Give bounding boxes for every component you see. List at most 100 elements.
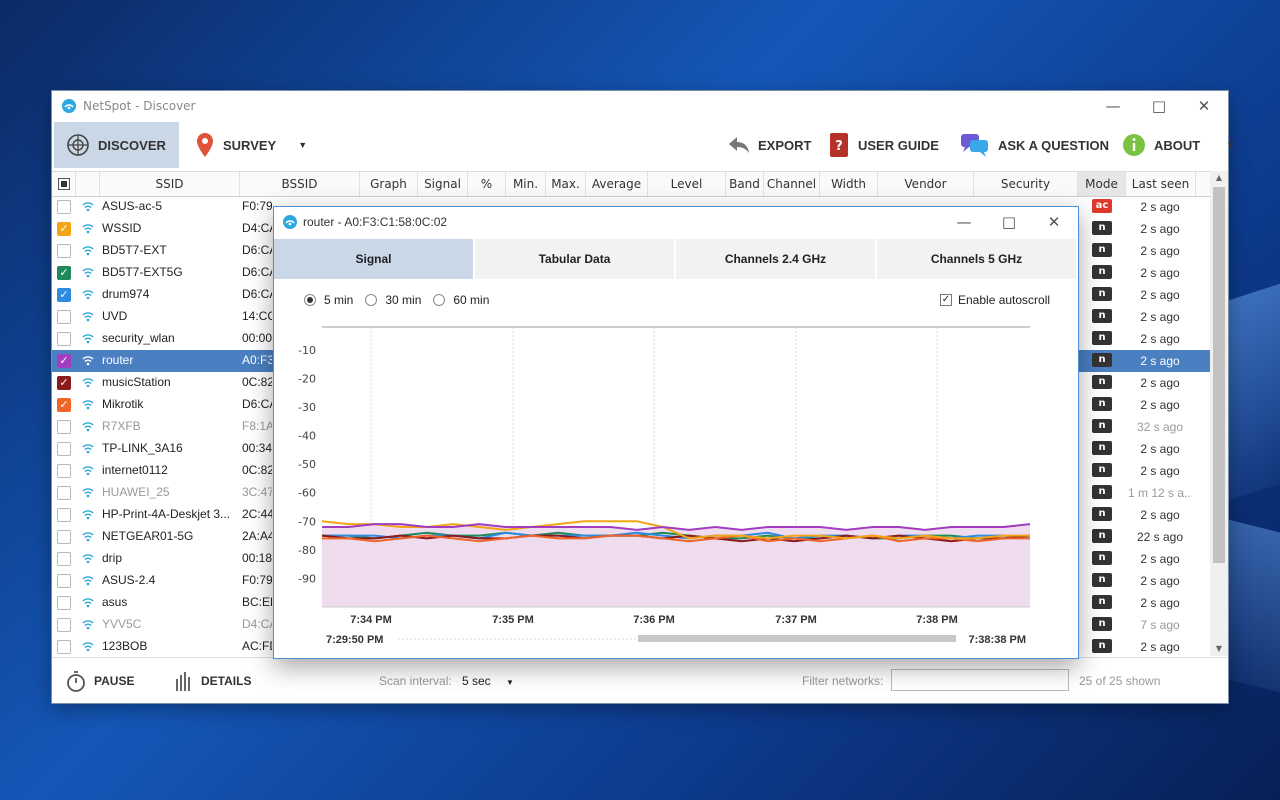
last-seen-cell: 2 s ago	[1140, 354, 1180, 368]
column-header-bssid[interactable]: BSSID	[240, 172, 360, 196]
row-checkbox[interactable]	[57, 574, 71, 588]
wifi-signal-icon	[82, 202, 94, 212]
range-60min-radio[interactable]	[433, 294, 446, 306]
row-checkbox[interactable]	[57, 464, 71, 478]
column-header-channel[interactable]: Channel	[764, 172, 820, 196]
column-header-ssid[interactable]: SSID	[100, 172, 240, 196]
popup-maximize-button[interactable]: □	[994, 211, 1024, 233]
row-checkbox[interactable]	[57, 640, 71, 654]
row-checkbox[interactable]: ✓	[57, 288, 71, 302]
range-30min-radio[interactable]	[365, 294, 378, 306]
close-button[interactable]: ✕	[1189, 95, 1219, 117]
row-checkbox[interactable]: ✓	[57, 376, 71, 390]
ssid-cell: HUAWEI_25	[102, 485, 170, 499]
about-dropdown-icon[interactable]: ▼	[1226, 140, 1235, 150]
column-header-band[interactable]: Band	[726, 172, 764, 196]
mode-badge: n	[1092, 265, 1112, 279]
last-seen-cell: 2 s ago	[1140, 508, 1180, 522]
bssid-cell: 00:00	[242, 331, 272, 345]
column-header-mode[interactable]: Mode	[1078, 172, 1126, 196]
autoscroll-toggle[interactable]: ✓ Enable autoscroll	[940, 293, 1050, 307]
column-header-graph[interactable]: Graph	[360, 172, 418, 196]
export-label: EXPORT	[758, 137, 812, 153]
popup-close-button[interactable]: ✕	[1039, 211, 1069, 233]
column-header-last-seen[interactable]: Last seen	[1126, 172, 1196, 196]
last-seen-cell: 2 s ago	[1140, 200, 1180, 214]
scroll-down-icon[interactable]: ▼	[1210, 642, 1228, 656]
row-checkbox[interactable]	[57, 310, 71, 324]
column-header-level[interactable]: Level	[648, 172, 726, 196]
user-guide-button[interactable]: ? USER GUIDE	[828, 122, 939, 168]
row-checkbox[interactable]: ✓	[57, 354, 71, 368]
last-seen-cell: 2 s ago	[1140, 574, 1180, 588]
column-header-signal[interactable]: Signal	[418, 172, 468, 196]
column-header-max[interactable]: Max.	[546, 172, 586, 196]
row-checkbox[interactable]	[57, 200, 71, 214]
header-spacer	[76, 172, 100, 196]
filter-networks-label: Filter networks:	[802, 674, 884, 688]
row-checkbox[interactable]	[57, 486, 71, 500]
ask-question-button[interactable]: ASK A QUESTION	[960, 122, 1109, 168]
mode-badge: n	[1092, 287, 1112, 301]
tab-tabular-data[interactable]: Tabular Data	[475, 239, 676, 279]
row-checkbox[interactable]	[57, 618, 71, 632]
range-5min-radio[interactable]	[304, 294, 316, 306]
column-header-security[interactable]: Security	[974, 172, 1078, 196]
row-checkbox[interactable]	[57, 244, 71, 258]
popup-minimize-button[interactable]: —	[949, 211, 979, 233]
filter-networks-input[interactable]	[891, 669, 1069, 691]
tab-signal[interactable]: Signal	[274, 239, 475, 279]
autoscroll-checkbox[interactable]: ✓	[940, 294, 952, 306]
discover-button[interactable]: DISCOVER	[54, 122, 179, 168]
scan-interval-select[interactable]: 5 sec ▼	[462, 674, 514, 688]
pause-button[interactable]: PAUSE	[66, 658, 134, 704]
chat-bubbles-icon	[961, 134, 988, 157]
column-header-average[interactable]: Average	[586, 172, 648, 196]
column-header-width[interactable]: Width	[820, 172, 878, 196]
column-header-min[interactable]: Min.	[506, 172, 546, 196]
bssid-cell: 0C:82	[242, 375, 272, 389]
scrollbar-thumb[interactable]	[1213, 187, 1225, 563]
row-checkbox[interactable]	[57, 530, 71, 544]
last-seen-cell: 2 s ago	[1140, 596, 1180, 610]
survey-button[interactable]: SURVEY ▼	[195, 122, 307, 168]
row-checkbox[interactable]	[57, 332, 71, 346]
autoscroll-label: Enable autoscroll	[958, 293, 1051, 307]
row-checkbox[interactable]	[57, 552, 71, 566]
last-seen-cell: 2 s ago	[1140, 310, 1180, 324]
column-header-vendor[interactable]: Vendor	[878, 172, 974, 196]
row-checkbox[interactable]: ✓	[57, 222, 71, 236]
select-all-checkbox[interactable]	[52, 172, 76, 196]
mode-badge: n	[1092, 507, 1112, 521]
row-checkbox[interactable]: ✓	[57, 266, 71, 280]
range-slider-thumb[interactable]	[638, 635, 956, 642]
details-button[interactable]: DETAILS	[175, 658, 251, 704]
scroll-up-icon[interactable]: ▲	[1210, 171, 1228, 185]
details-bars-icon	[176, 672, 190, 691]
row-checkbox[interactable]	[57, 420, 71, 434]
mode-badge: n	[1092, 639, 1112, 653]
column-header-[interactable]: %	[468, 172, 506, 196]
row-checkbox[interactable]	[57, 442, 71, 456]
last-seen-cell: 2 s ago	[1140, 266, 1180, 280]
ssid-cell: 123BOB	[102, 639, 148, 653]
row-checkbox[interactable]: ✓	[57, 398, 71, 412]
row-checkbox[interactable]	[57, 596, 71, 610]
survey-dropdown-icon[interactable]: ▼	[298, 140, 307, 150]
ssid-cell: asus	[102, 595, 128, 609]
mode-badge: n	[1092, 551, 1112, 565]
vertical-scrollbar[interactable]: ▲ ▼	[1210, 171, 1228, 656]
minimize-button[interactable]: —	[1098, 95, 1128, 117]
tab-channels-24[interactable]: Channels 2.4 GHz	[676, 239, 877, 279]
window-title: NetSpot - Discover	[83, 99, 196, 113]
mode-badge: n	[1092, 375, 1112, 389]
row-checkbox[interactable]	[57, 508, 71, 522]
about-button[interactable]: ABOUT ▼	[1122, 122, 1235, 168]
maximize-button[interactable]: □	[1144, 95, 1174, 117]
mode-badge: n	[1092, 331, 1112, 345]
tab-channels-5[interactable]: Channels 5 GHz	[877, 239, 1078, 279]
export-button[interactable]: EXPORT	[728, 122, 811, 168]
last-seen-cell: 32 s ago	[1136, 420, 1184, 434]
about-label: ABOUT	[1154, 137, 1201, 153]
bssid-cell: 0C:82	[242, 463, 272, 477]
